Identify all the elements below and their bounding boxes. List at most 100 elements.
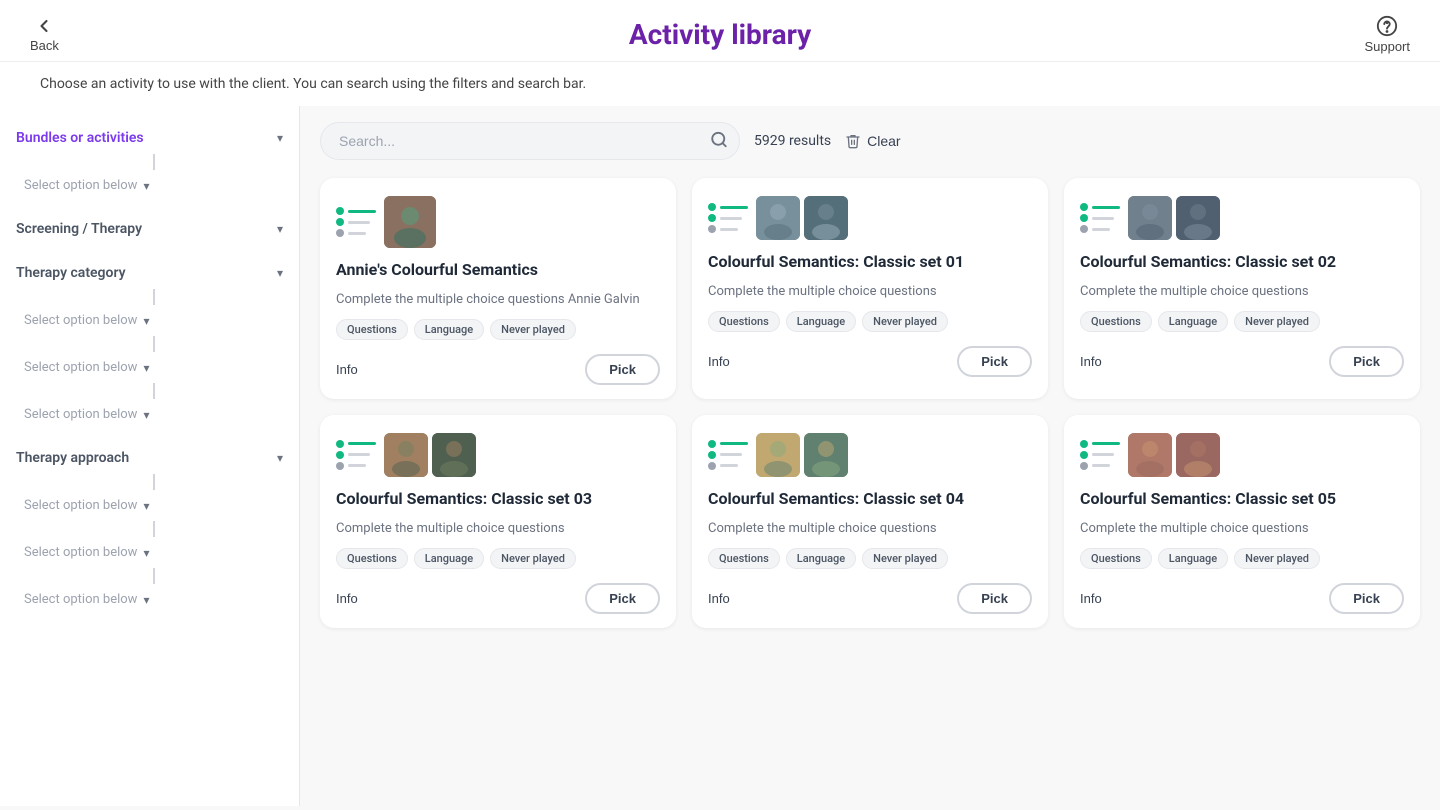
support-button[interactable]: Support [1364, 15, 1410, 54]
results-count: 5929 results [754, 133, 831, 149]
card-title: Colourful Semantics: Classic set 03 [336, 489, 660, 510]
filter-section-therapy-category: Therapy category ▾ Select option below ▾… [0, 251, 299, 436]
card-tags: QuestionsLanguageNever played [708, 311, 1032, 332]
pick-button[interactable]: Pick [957, 583, 1032, 614]
info-button[interactable]: Info [708, 591, 730, 606]
chevron-down-icon: ▾ [277, 131, 283, 145]
card-title: Colourful Semantics: Classic set 04 [708, 489, 1032, 510]
card-tag: Never played [490, 319, 576, 340]
thumb-icon [708, 203, 748, 233]
card-thumbnail [336, 196, 660, 248]
card-description: Complete the multiple choice questions [1080, 520, 1404, 538]
filter-screening-label: Screening / Therapy [16, 221, 142, 237]
info-button[interactable]: Info [336, 591, 358, 606]
chevron-down-icon: ▾ [277, 451, 283, 465]
search-icon [710, 131, 728, 149]
info-button[interactable]: Info [1080, 354, 1102, 369]
card-thumbnail [336, 433, 660, 477]
filter-therapy-approach-toggle[interactable]: Therapy approach ▾ [16, 444, 283, 472]
subtitle-text: Choose an activity to use with the clien… [0, 62, 1440, 106]
search-input[interactable] [320, 122, 740, 160]
main-layout: Bundles or activities ▾ Select option be… [0, 106, 1440, 806]
filter-therapy-category-toggle[interactable]: Therapy category ▾ [16, 259, 283, 287]
pick-button[interactable]: Pick [1329, 346, 1404, 377]
filter-therapy-approach-option-3[interactable]: Select option below ▾ [24, 586, 283, 613]
filter-therapy-category-options: Select option below ▾ Select option belo… [16, 289, 283, 428]
divider [153, 336, 155, 352]
divider [153, 568, 155, 584]
thumb-icon [1080, 203, 1120, 233]
clear-button[interactable]: Clear [845, 133, 900, 149]
pick-button[interactable]: Pick [1329, 583, 1404, 614]
filter-therapy-approach-option-1[interactable]: Select option below ▾ [24, 492, 283, 519]
card-tag: Questions [1080, 311, 1152, 332]
card-actions: Info Pick [1080, 346, 1404, 377]
search-button[interactable] [710, 131, 728, 152]
card-tag: Never played [862, 311, 948, 332]
card-tag: Questions [336, 548, 408, 569]
activity-card: Colourful Semantics: Classic set 01 Comp… [692, 178, 1048, 399]
back-button[interactable]: Back [30, 16, 59, 53]
info-button[interactable]: Info [336, 362, 358, 377]
card-tag: Language [414, 548, 484, 569]
card-tag: Language [1158, 311, 1228, 332]
filter-section-screening: Screening / Therapy ▾ [0, 207, 299, 251]
search-row: 5929 results Clear [320, 122, 1420, 160]
divider [153, 521, 155, 537]
divider [153, 154, 155, 170]
thumb-icon [336, 440, 376, 470]
trash-icon [845, 133, 861, 149]
divider [153, 474, 155, 490]
card-title: Colourful Semantics: Classic set 01 [708, 252, 1032, 273]
card-title: Colourful Semantics: Classic set 02 [1080, 252, 1404, 273]
activity-card: Colourful Semantics: Classic set 02 Comp… [1064, 178, 1420, 399]
chevron-down-icon: ▾ [277, 266, 283, 280]
card-tag: Never played [1234, 311, 1320, 332]
activity-grid: Annie's Colourful Semantics Complete the… [320, 178, 1420, 628]
filter-therapy-category-option-2[interactable]: Select option below ▾ [24, 354, 283, 381]
card-actions: Info Pick [336, 354, 660, 385]
card-description: Complete the multiple choice questions A… [336, 291, 660, 309]
chevron-down-icon: ▾ [143, 546, 149, 560]
chevron-down-icon: ▾ [143, 314, 149, 328]
filter-bundles-label: Bundles or activities [16, 130, 144, 146]
filter-option-bundles-1[interactable]: Select option below ▾ [24, 172, 283, 199]
divider [153, 383, 155, 399]
filter-therapy-category-option-1[interactable]: Select option below ▾ [24, 307, 283, 334]
activity-card: Annie's Colourful Semantics Complete the… [320, 178, 676, 399]
filter-screening-toggle[interactable]: Screening / Therapy ▾ [16, 215, 283, 243]
card-tags: QuestionsLanguageNever played [336, 319, 660, 340]
card-thumbnail [708, 433, 1032, 477]
card-description: Complete the multiple choice questions [1080, 283, 1404, 301]
card-tags: QuestionsLanguageNever played [1080, 548, 1404, 569]
card-actions: Info Pick [336, 583, 660, 614]
card-title: Annie's Colourful Semantics [336, 260, 660, 281]
chevron-down-icon: ▾ [143, 179, 149, 193]
pick-button[interactable]: Pick [585, 354, 660, 385]
filter-bundles-options: Select option below ▾ [16, 154, 283, 199]
card-actions: Info Pick [708, 346, 1032, 377]
support-label: Support [1364, 39, 1410, 54]
card-title: Colourful Semantics: Classic set 05 [1080, 489, 1404, 510]
chevron-down-icon: ▾ [277, 222, 283, 236]
filter-therapy-approach-option-2[interactable]: Select option below ▾ [24, 539, 283, 566]
card-description: Complete the multiple choice questions [708, 520, 1032, 538]
card-tags: Questions Language Never played [1080, 311, 1404, 332]
card-tag: Never played [862, 548, 948, 569]
card-thumbnail [708, 196, 1032, 240]
thumb-icon [1080, 440, 1120, 470]
info-button[interactable]: Info [708, 354, 730, 369]
chevron-down-icon: ▾ [143, 361, 149, 375]
info-button[interactable]: Info [1080, 591, 1102, 606]
activity-card: Colourful Semantics: Classic set 05 Comp… [1064, 415, 1420, 628]
back-label: Back [30, 38, 59, 53]
filter-therapy-category-option-3[interactable]: Select option below ▾ [24, 401, 283, 428]
card-description: Complete the multiple choice questions [336, 520, 660, 538]
card-tag: Questions [708, 548, 780, 569]
pick-button[interactable]: Pick [957, 346, 1032, 377]
filter-bundles-toggle[interactable]: Bundles or activities ▾ [16, 124, 283, 152]
page-title: Activity library [629, 18, 811, 51]
pick-button[interactable]: Pick [585, 583, 660, 614]
sidebar: Bundles or activities ▾ Select option be… [0, 106, 300, 806]
card-tag: Never played [490, 548, 576, 569]
